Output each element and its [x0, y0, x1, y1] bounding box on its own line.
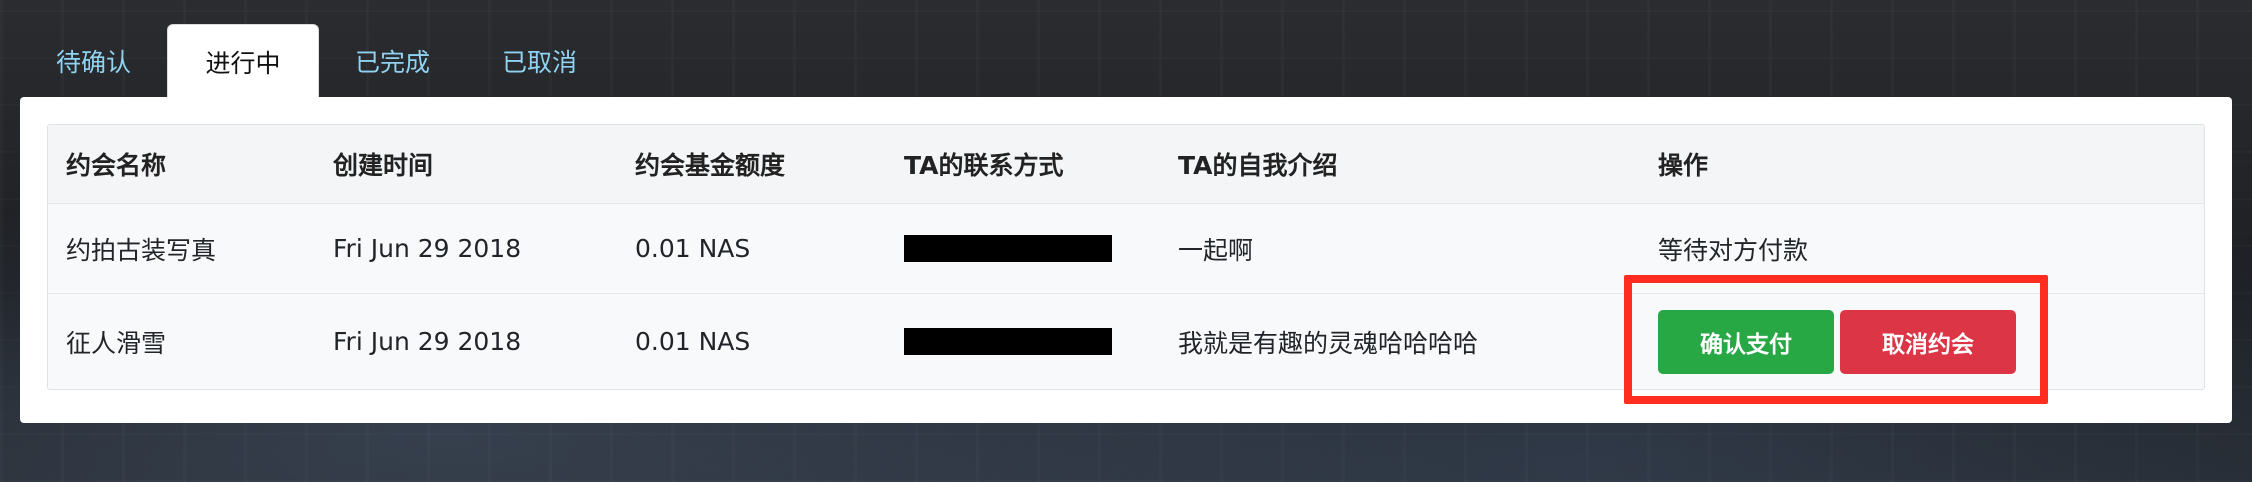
header-self-intro: TA的自我介绍	[1178, 151, 1338, 180]
confirm-payment-button[interactable]: 确认支付	[1658, 309, 1834, 374]
cell-created-time: Fri Jun 29 2018	[333, 234, 522, 263]
header-date-name: 约会名称	[66, 151, 167, 180]
cell-actions: 确认支付 取消约会	[1658, 294, 2016, 389]
dates-panel: 约会名称 创建时间 约会基金额度 TA的联系方式 TA的自我介绍 操作 约拍古装…	[20, 97, 2232, 423]
status-tabs: 待确认 进行中 已完成 已取消	[20, 24, 613, 98]
header-contact: TA的联系方式	[904, 151, 1064, 180]
tab-pending-confirm[interactable]: 待确认	[20, 24, 167, 98]
cell-contact	[904, 204, 1112, 293]
cell-created-time: Fri Jun 29 2018	[333, 327, 522, 356]
tab-in-progress[interactable]: 进行中	[167, 24, 320, 98]
header-created-time: 创建时间	[333, 151, 434, 180]
header-fund-amount: 约会基金额度	[635, 151, 786, 180]
header-actions: 操作	[1658, 151, 1709, 180]
cell-date-name: 约拍古装写真	[66, 235, 217, 265]
cell-fund-amount: 0.01 NAS	[635, 234, 751, 263]
tab-completed[interactable]: 已完成	[319, 24, 466, 98]
cell-date-name: 征人滑雪	[66, 328, 167, 358]
cell-contact	[904, 294, 1112, 389]
tab-cancelled[interactable]: 已取消	[466, 24, 613, 98]
cell-fund-amount: 0.01 NAS	[635, 327, 751, 356]
table-header-row: 约会名称 创建时间 约会基金额度 TA的联系方式 TA的自我介绍 操作	[48, 125, 2204, 203]
redacted-contact	[904, 328, 1112, 355]
table-row: 征人滑雪 Fri Jun 29 2018 0.01 NAS 我就是有趣的灵魂哈哈…	[48, 293, 2204, 389]
cancel-date-button[interactable]: 取消约会	[1840, 309, 2016, 374]
status-text: 等待对方付款	[1658, 235, 1809, 265]
redacted-contact	[904, 235, 1112, 262]
cell-self-intro: 一起啊	[1178, 235, 1254, 265]
table-row: 约拍古装写真 Fri Jun 29 2018 0.01 NAS 一起啊 等待对方…	[48, 203, 2204, 293]
dates-table: 约会名称 创建时间 约会基金额度 TA的联系方式 TA的自我介绍 操作 约拍古装…	[47, 124, 2205, 390]
cell-self-intro: 我就是有趣的灵魂哈哈哈哈	[1178, 328, 1479, 358]
